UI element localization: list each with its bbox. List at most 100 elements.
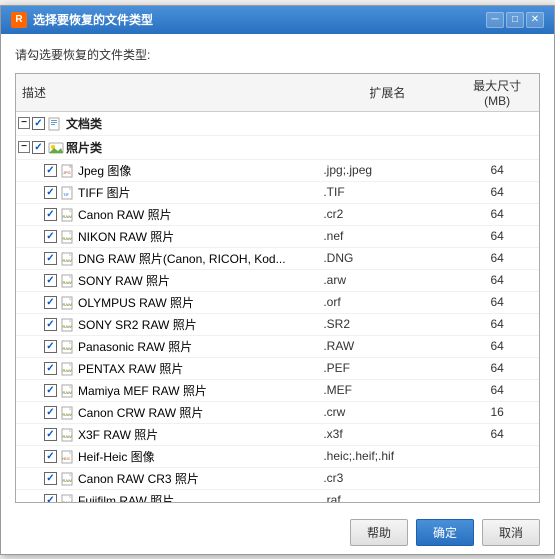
item-checkbox[interactable] xyxy=(44,296,57,309)
table-row[interactable]: RAWSONY RAW 照片.arw64 xyxy=(16,269,539,291)
raw-file-icon: RAW xyxy=(60,361,76,375)
item-checkbox[interactable] xyxy=(44,472,57,485)
dialog-subtitle: 请勾选要恢复的文件类型: xyxy=(15,46,540,63)
svg-text:RAW: RAW xyxy=(63,280,72,285)
category-checkbox[interactable] xyxy=(32,141,45,154)
item-checkbox[interactable] xyxy=(44,186,57,199)
category-label: 照片类 xyxy=(66,141,102,155)
item-label: Jpeg 图像 xyxy=(78,164,131,178)
close-button[interactable]: ✕ xyxy=(526,12,544,28)
raw-file-icon: RAW xyxy=(60,427,76,441)
item-label: SONY SR2 RAW 照片 xyxy=(78,318,197,332)
item-label: DNG RAW 照片(Canon, RICOH, Kod... xyxy=(78,252,286,266)
raw-file-icon: RAW xyxy=(60,383,76,397)
jpeg-file-icon: JPG xyxy=(60,163,76,177)
svg-text:TIF: TIF xyxy=(63,192,70,197)
window-title: 选择要恢复的文件类型 xyxy=(33,11,153,28)
item-label: TIFF 图片 xyxy=(78,186,131,200)
raw-file-icon: RAW xyxy=(60,493,76,503)
svg-text:RAW: RAW xyxy=(63,390,72,395)
photo-icon xyxy=(48,141,64,154)
item-checkbox[interactable] xyxy=(44,164,57,177)
main-window: R 选择要恢复的文件类型 ─ □ ✕ 请勾选要恢复的文件类型: 描述 扩展名 xyxy=(0,5,555,555)
table-row[interactable]: RAWOLYMPUS RAW 照片.orf64 xyxy=(16,291,539,313)
svg-text:RAW: RAW xyxy=(63,302,72,307)
svg-text:RAW: RAW xyxy=(63,368,72,373)
table-row[interactable]: RAWMamiya MEF RAW 照片.MEF64 xyxy=(16,379,539,401)
dialog-footer: 帮助 确定 取消 xyxy=(1,511,554,554)
table-row[interactable]: RAWPanasonic RAW 照片.RAW64 xyxy=(16,335,539,357)
item-checkbox[interactable] xyxy=(44,252,57,265)
col-desc: 描述 xyxy=(16,74,319,112)
item-checkbox[interactable] xyxy=(44,494,57,503)
table-row[interactable]: RAWCanon RAW 照片.cr264 xyxy=(16,203,539,225)
svg-text:RAW: RAW xyxy=(63,214,72,219)
docs-icon xyxy=(48,117,64,130)
item-checkbox[interactable] xyxy=(44,208,57,221)
item-checkbox[interactable] xyxy=(44,406,57,419)
category-label: 文档类 xyxy=(66,117,102,131)
item-checkbox[interactable] xyxy=(44,230,57,243)
item-label: X3F RAW 照片 xyxy=(78,428,158,442)
item-checkbox[interactable] xyxy=(44,318,57,331)
svg-text:RAW: RAW xyxy=(63,236,72,241)
item-label: Mamiya MEF RAW 照片 xyxy=(78,384,207,398)
table-row[interactable]: RAWSONY SR2 RAW 照片.SR264 xyxy=(16,313,539,335)
table-row[interactable]: RAWX3F RAW 照片.x3f64 xyxy=(16,423,539,445)
col-ext: 扩展名 xyxy=(319,74,455,112)
item-label: Canon CRW RAW 照片 xyxy=(78,406,203,420)
raw-file-icon: RAW xyxy=(60,317,76,331)
table-row[interactable]: − 文档类 xyxy=(16,111,539,135)
category-checkbox[interactable] xyxy=(32,117,45,130)
heic-file-icon: HEIC xyxy=(60,449,76,463)
table-row[interactable]: − 照片类 xyxy=(16,135,539,159)
table-row[interactable]: RAWDNG RAW 照片(Canon, RICOH, Kod....DNG64 xyxy=(16,247,539,269)
table-row[interactable]: RAWNIKON RAW 照片.nef64 xyxy=(16,225,539,247)
item-checkbox[interactable] xyxy=(44,362,57,375)
table-row[interactable]: HEICHeif-Heic 图像.heic;.heif;.hif xyxy=(16,445,539,467)
raw-file-icon: RAW xyxy=(60,405,76,419)
item-checkbox[interactable] xyxy=(44,274,57,287)
item-label: PENTAX RAW 照片 xyxy=(78,362,183,376)
table-header-row: 描述 扩展名 最大尺寸(MB) xyxy=(16,74,539,112)
raw-file-icon: RAW xyxy=(60,339,76,353)
raw-file-icon: RAW xyxy=(60,273,76,287)
item-label: NIKON RAW 照片 xyxy=(78,230,174,244)
collapse-icon[interactable]: − xyxy=(18,141,30,153)
item-label: SONY RAW 照片 xyxy=(78,274,170,288)
item-label: Panasonic RAW 照片 xyxy=(78,340,192,354)
svg-text:RAW: RAW xyxy=(63,346,72,351)
item-label: OLYMPUS RAW 照片 xyxy=(78,296,194,310)
table-row[interactable]: RAWPENTAX RAW 照片.PEF64 xyxy=(16,357,539,379)
title-bar: R 选择要恢复的文件类型 ─ □ ✕ xyxy=(1,6,554,34)
cancel-button[interactable]: 取消 xyxy=(482,519,540,546)
item-label: Fujifilm RAW 照片 xyxy=(78,494,174,503)
svg-text:RAW: RAW xyxy=(63,258,72,263)
dialog-content: 请勾选要恢复的文件类型: 描述 扩展名 最大尺寸(MB) xyxy=(1,34,554,511)
help-button[interactable]: 帮助 xyxy=(350,519,408,546)
title-bar-left: R 选择要恢复的文件类型 xyxy=(11,11,153,28)
app-icon: R xyxy=(11,12,27,28)
table-row[interactable]: RAWCanon RAW CR3 照片.cr3 xyxy=(16,467,539,489)
file-type-table-container[interactable]: 描述 扩展名 最大尺寸(MB) − 文档类 − 照片类 JPGJpeg 图像.jpg;.… xyxy=(15,73,540,503)
table-row[interactable]: JPGJpeg 图像.jpg;.jpeg64 xyxy=(16,159,539,181)
item-checkbox[interactable] xyxy=(44,340,57,353)
svg-text:RAW: RAW xyxy=(63,324,72,329)
item-checkbox[interactable] xyxy=(44,428,57,441)
raw-file-icon: RAW xyxy=(60,207,76,221)
table-row[interactable]: TIFTIFF 图片.TIF64 xyxy=(16,181,539,203)
svg-text:RAW: RAW xyxy=(63,500,72,503)
item-label: Heif-Heic 图像 xyxy=(78,450,155,464)
svg-text:RAW: RAW xyxy=(63,412,72,417)
table-row[interactable]: RAWFujifilm RAW 照片.raf xyxy=(16,489,539,503)
minimize-button[interactable]: ─ xyxy=(486,12,504,28)
raw-file-icon: RAW xyxy=(60,229,76,243)
col-size: 最大尺寸(MB) xyxy=(455,74,539,112)
item-label: Canon RAW CR3 照片 xyxy=(78,472,199,486)
ok-button[interactable]: 确定 xyxy=(416,519,474,546)
maximize-button[interactable]: □ xyxy=(506,12,524,28)
table-row[interactable]: RAWCanon CRW RAW 照片.crw16 xyxy=(16,401,539,423)
item-checkbox[interactable] xyxy=(44,450,57,463)
collapse-icon[interactable]: − xyxy=(18,117,30,129)
item-checkbox[interactable] xyxy=(44,384,57,397)
